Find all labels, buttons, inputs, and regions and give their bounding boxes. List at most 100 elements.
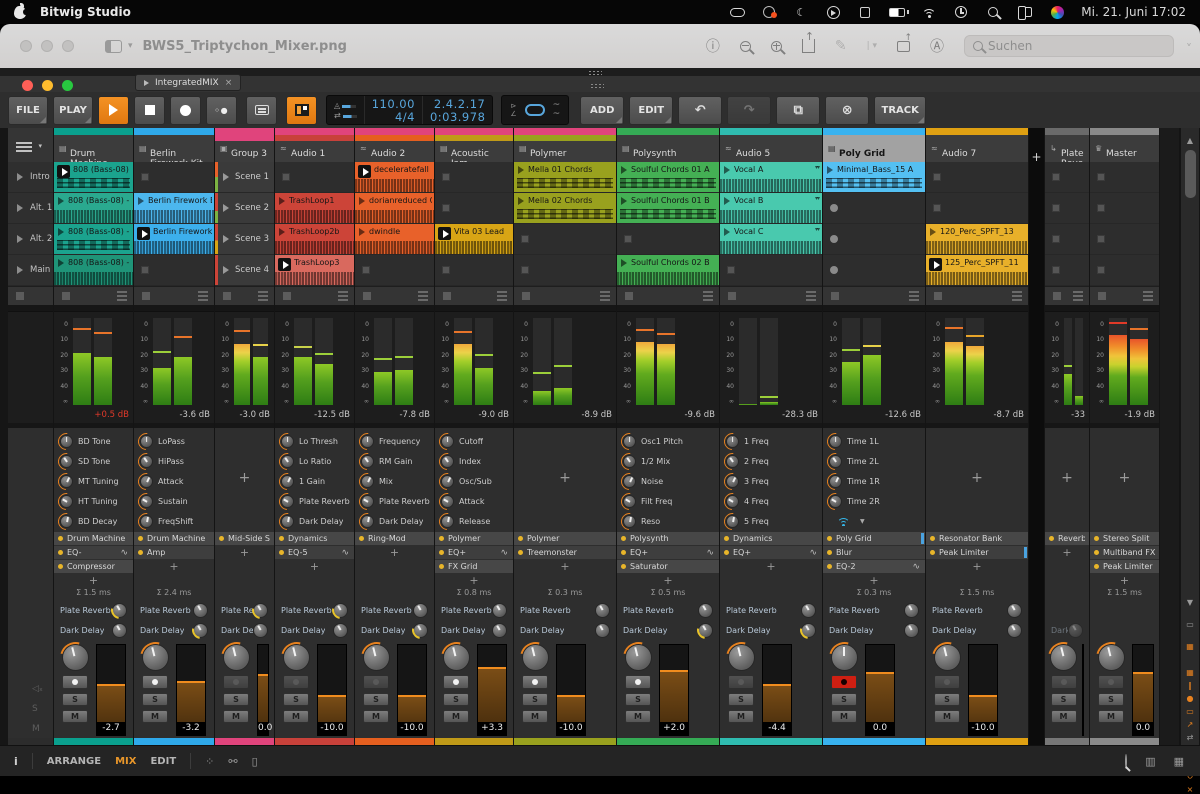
track-header[interactable]: ▤ Polysynth [617, 128, 719, 162]
clip-slot-empty[interactable] [435, 255, 513, 285]
knob[interactable] [441, 494, 454, 508]
clip-slot-record[interactable] [823, 255, 925, 285]
accessibility-icon[interactable] [857, 5, 873, 19]
loop-toggle-icon[interactable] [524, 104, 545, 116]
mute-button[interactable]: M [142, 710, 168, 723]
pan-knob[interactable] [362, 644, 390, 671]
mute-button[interactable]: M [1050, 710, 1077, 723]
clip-slot-empty[interactable] [514, 224, 616, 254]
clip-slot-empty[interactable] [720, 255, 822, 285]
add-device-button[interactable]: + [720, 560, 822, 573]
volume-fader[interactable]: -2.7 [96, 644, 126, 736]
device-enabled-icon[interactable] [439, 536, 444, 541]
info-icon[interactable]: ⓘ [706, 36, 720, 56]
device-enabled-icon[interactable] [1094, 564, 1099, 569]
clip-play-icon[interactable] [279, 228, 285, 236]
play-circle-icon[interactable] [825, 5, 841, 19]
clip[interactable]: TrashLoop2b [275, 224, 354, 254]
clip-stop-button[interactable] [1098, 292, 1106, 300]
knob[interactable] [140, 474, 153, 488]
clip-play-icon[interactable] [58, 259, 64, 267]
record-arm-button[interactable] [1050, 675, 1077, 689]
solo-button[interactable]: S [831, 693, 857, 706]
tab-mix[interactable]: MIX [115, 756, 136, 767]
clip[interactable]: TrashLoop1 [275, 193, 354, 223]
device-row[interactable]: Peak Limiter [926, 546, 1028, 559]
device-row[interactable]: EQ+ ∿ [435, 546, 513, 559]
solo-button[interactable]: S [625, 693, 651, 706]
search-icon[interactable] [985, 5, 1001, 19]
volume-fader[interactable]: -10.0 [397, 644, 427, 736]
scene-row[interactable]: Alt. 2 [8, 224, 53, 254]
pan-knob[interactable] [442, 644, 470, 671]
add-device-button[interactable]: + [617, 574, 719, 587]
device-row[interactable]: Amp [134, 546, 214, 559]
knob[interactable] [623, 514, 636, 528]
device-enabled-icon[interactable] [621, 550, 626, 555]
volume-fader[interactable]: -3.2 [176, 644, 206, 736]
send-knob[interactable] [333, 622, 348, 638]
knob[interactable] [281, 434, 294, 448]
device-enabled-icon[interactable] [827, 564, 832, 569]
mute-button[interactable]: M [934, 710, 960, 723]
send-knob[interactable] [492, 622, 507, 638]
scene-play-icon[interactable] [223, 266, 229, 274]
volume-fader[interactable]: 0.0 [257, 644, 272, 736]
undo-button[interactable]: ↶ [678, 95, 723, 125]
knob[interactable] [441, 454, 454, 468]
stack-icon[interactable] [1017, 5, 1033, 19]
device-row[interactable]: Dynamics [275, 532, 354, 545]
clip-playing-icon[interactable] [278, 258, 291, 271]
knob[interactable] [623, 494, 636, 508]
device-enabled-icon[interactable] [827, 536, 832, 541]
track-header[interactable]: ▤Drum Machine [54, 128, 133, 169]
clip-stop-button[interactable] [363, 292, 371, 300]
device-row[interactable]: Multiband FX-3 [1090, 546, 1159, 559]
volume-fader[interactable]: -10.0 [968, 644, 998, 736]
send-knob[interactable] [904, 602, 919, 618]
clip-slot-empty[interactable] [134, 255, 214, 285]
solo-button[interactable]: S [283, 693, 309, 706]
clip-play-icon[interactable] [724, 228, 730, 236]
automation-follow-icon[interactable]: ~ ~ [553, 101, 561, 119]
tab-arrange[interactable]: ARRANGE [47, 756, 101, 767]
clip-stop-button[interactable] [62, 292, 70, 300]
device-row[interactable]: Polysynth [617, 532, 719, 545]
record-arm-button[interactable] [223, 675, 249, 689]
clip-playing-icon[interactable] [929, 258, 942, 271]
knob[interactable] [281, 474, 294, 488]
add-device-button[interactable]: + [823, 574, 925, 587]
bitwig-minimize-button[interactable] [42, 80, 53, 91]
device-enabled-icon[interactable] [58, 550, 63, 555]
record-arm-button[interactable] [283, 675, 309, 689]
stop-all-button[interactable] [16, 292, 24, 300]
window-minimize-button[interactable] [41, 40, 53, 52]
send-knob[interactable] [112, 622, 127, 638]
zoom-search-icon[interactable] [1125, 753, 1128, 769]
chevron-down-icon[interactable]: ▼ [1181, 598, 1199, 607]
pan-knob[interactable] [933, 644, 961, 671]
wifi-icon[interactable] [921, 5, 937, 19]
arrow-icon[interactable]: ↗ [1181, 720, 1199, 729]
clip-list-icon[interactable] [117, 291, 127, 301]
moon-icon[interactable]: ☾ [793, 5, 809, 19]
device-enabled-icon[interactable] [219, 536, 224, 541]
clip-play-icon[interactable] [58, 197, 64, 205]
knob[interactable] [726, 514, 739, 528]
clip-slot-empty[interactable] [134, 162, 214, 192]
clip-list-icon[interactable] [1012, 291, 1022, 301]
file-button[interactable]: FILE [8, 95, 48, 125]
clip[interactable]: deceleratefall [355, 162, 434, 192]
device-enabled-icon[interactable] [518, 550, 523, 555]
pan-knob[interactable] [61, 644, 89, 671]
clip[interactable]: Berlin Firework B... [134, 193, 214, 223]
menubar-clock[interactable]: Mi. 21. Juni 17:02 [1081, 5, 1186, 19]
group-scene-slot[interactable]: Scene 1 [215, 162, 274, 192]
info-toggle[interactable]: i [14, 755, 18, 768]
group-scene-slot[interactable]: Scene 3 [215, 224, 274, 254]
clock-icon[interactable] [953, 5, 969, 19]
stop-button[interactable] [134, 95, 165, 125]
clip-play-icon[interactable] [518, 166, 524, 174]
clip[interactable]: Mella 02 Chords [514, 193, 616, 223]
sidebar-toggle-icon[interactable] [105, 39, 122, 53]
